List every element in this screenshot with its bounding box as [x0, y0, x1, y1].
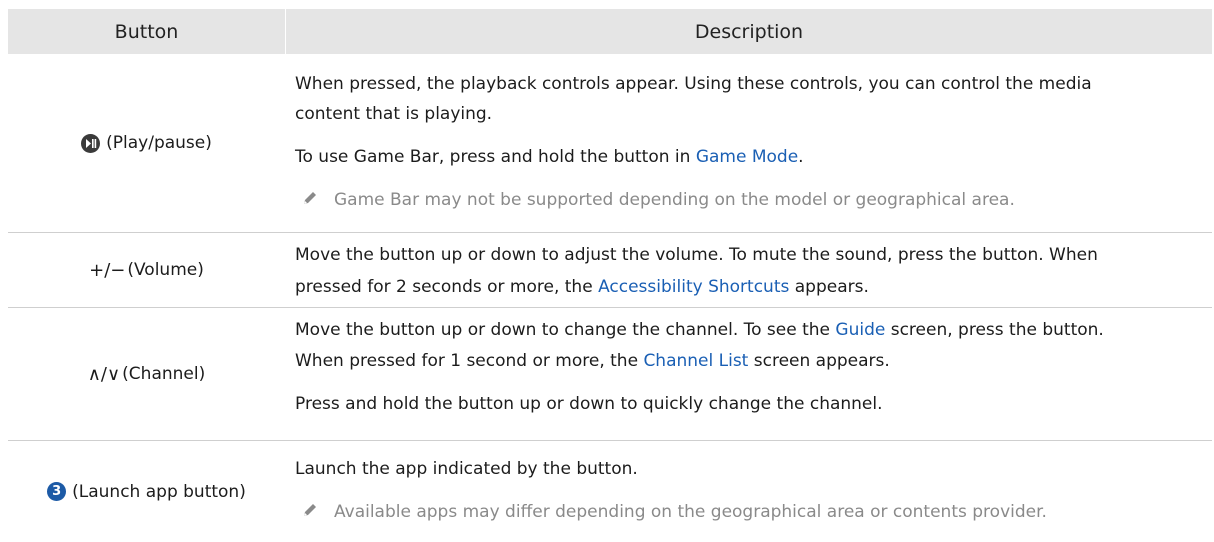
table-row: +/− (Volume) Move the button up or down … — [8, 233, 1212, 308]
note-text: Available apps may differ depending on t… — [334, 502, 1047, 522]
accessibility-shortcuts-link[interactable]: Accessibility Shortcuts — [598, 277, 789, 297]
table-row: 3 (Launch app button) Launch the app ind… — [8, 441, 1212, 542]
table-row: ∧/∨ (Channel) Move the button up or down… — [8, 308, 1212, 441]
description-text: Move the button up or down to adjust the… — [295, 245, 1098, 265]
table-row: (Play/pause) When pressed, the playback … — [8, 54, 1212, 233]
description-text: Launch the app indicated by the button. — [295, 459, 638, 479]
button-label: (Volume) — [127, 260, 204, 280]
description-text: pressed for 2 seconds or more, the Acces… — [295, 277, 869, 297]
button-label: (Play/pause) — [106, 133, 212, 153]
description-text: content that is playing. — [295, 104, 493, 124]
header-description: Description — [694, 20, 804, 43]
description-text: When pressed, the playback controls appe… — [295, 74, 1092, 94]
channel-list-link[interactable]: Channel List — [643, 351, 748, 371]
channel-symbol: ∧/∨ — [87, 363, 121, 385]
description-text: Move the button up or down to change the… — [295, 320, 1104, 340]
note: Available apps may differ depending on t… — [285, 499, 1185, 525]
play-pause-icon — [81, 133, 101, 153]
guide-link[interactable]: Guide — [835, 320, 885, 340]
app-number-badge-icon: 3 — [47, 482, 67, 501]
button-cell: +/− (Volume) — [8, 233, 285, 307]
game-mode-link[interactable]: Game Mode — [696, 147, 798, 167]
button-cell: 3 (Launch app button) — [8, 441, 285, 542]
pencil-icon — [301, 189, 318, 206]
button-label: (Launch app button) — [72, 481, 246, 502]
table-header: Button Description — [8, 9, 1212, 54]
pencil-icon — [301, 501, 318, 518]
button-description-table: Button Description (Play/pause) When pre… — [0, 0, 1214, 542]
button-label: (Channel) — [122, 364, 206, 384]
description-text: To use Game Bar, press and hold the butt… — [295, 147, 804, 167]
description-text: When pressed for 1 second or more, the C… — [295, 351, 890, 371]
button-cell: ∧/∨ (Channel) — [8, 308, 285, 440]
button-cell: (Play/pause) — [8, 54, 285, 232]
volume-symbol: +/− — [89, 259, 126, 281]
note-text: Game Bar may not be supported depending … — [334, 190, 1015, 210]
description-text: Press and hold the button up or down to … — [295, 394, 883, 414]
header-button: Button — [114, 20, 179, 43]
note: Game Bar may not be supported depending … — [285, 187, 1185, 213]
